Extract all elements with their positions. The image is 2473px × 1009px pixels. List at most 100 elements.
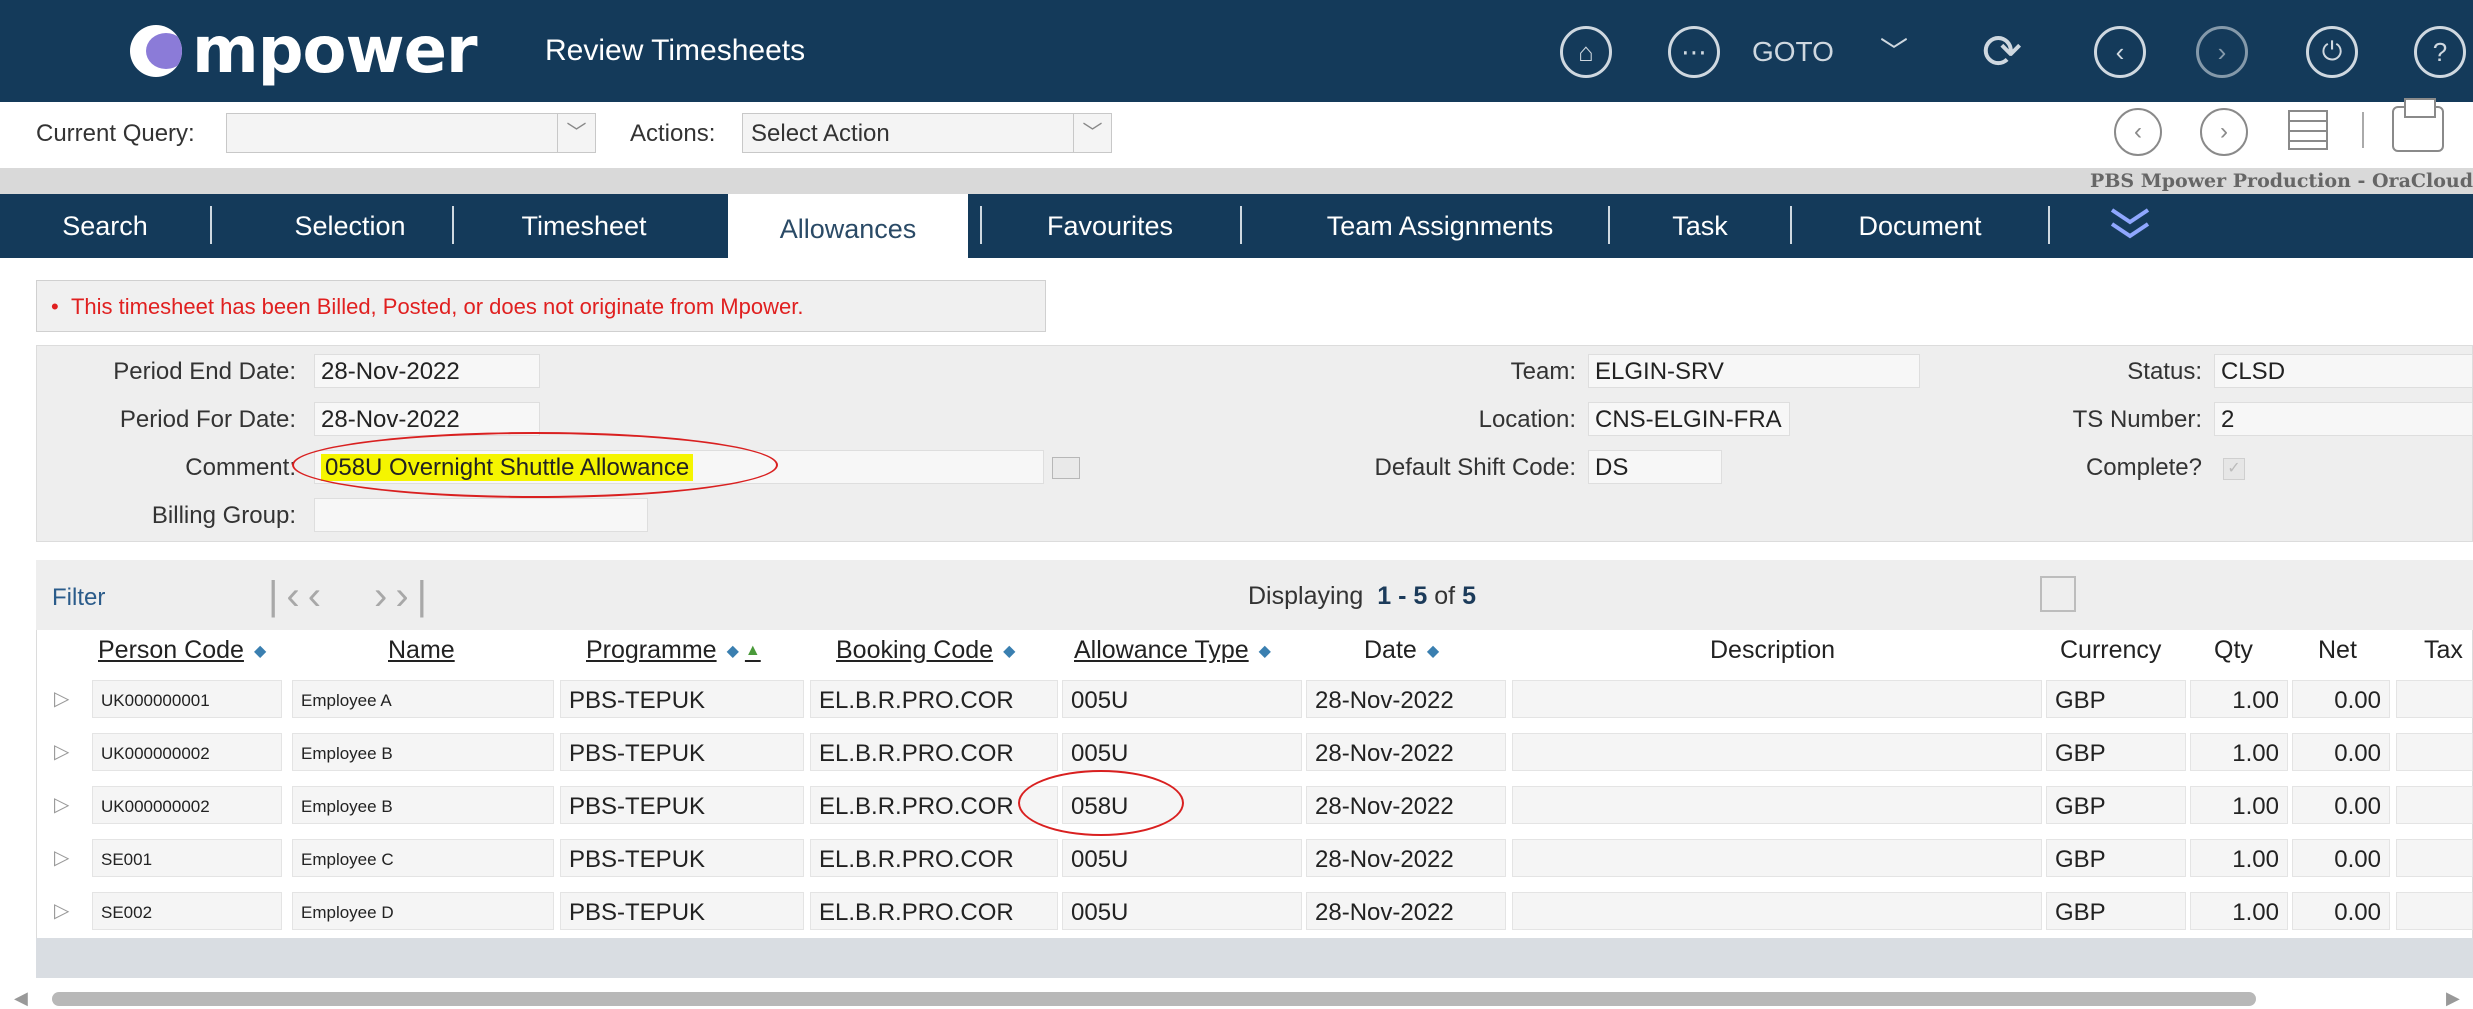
expand-row-icon[interactable]: ▷ [54, 792, 69, 817]
col-qty[interactable]: Qty [2214, 636, 2253, 665]
notes-icon[interactable] [1052, 457, 1080, 479]
cell-programme[interactable]: PBS-TEPUK [560, 733, 804, 771]
next-last-page-icon[interactable]: ››| [374, 574, 435, 619]
cell-booking-code[interactable]: EL.B.R.PRO.COR [810, 839, 1058, 877]
cell-allowance-type[interactable]: 005U [1062, 892, 1302, 930]
cell-description[interactable] [1512, 786, 2042, 824]
export-icon[interactable] [2040, 576, 2076, 612]
cell-net[interactable]: 0.00 [2292, 839, 2390, 877]
previous-record-icon[interactable]: ‹ [2114, 108, 2162, 156]
col-person-code[interactable]: Person Code ◆ [98, 636, 266, 665]
cell-date[interactable]: 28-Nov-2022 [1306, 892, 1506, 930]
cell-date[interactable]: 28-Nov-2022 [1306, 733, 1506, 771]
col-net[interactable]: Net [2318, 636, 2357, 665]
expand-row-icon[interactable]: ▷ [54, 686, 69, 711]
sort-icon[interactable]: ◆ [727, 641, 739, 661]
scroll-right-icon[interactable]: ▶ [2446, 988, 2460, 1009]
cell-allowance-type[interactable]: 005U [1062, 733, 1302, 771]
col-description[interactable]: Description [1710, 636, 1835, 665]
cell-person-code[interactable]: SE001 [92, 839, 282, 877]
cell-allowance-type[interactable]: 005U [1062, 839, 1302, 877]
cell-booking-code[interactable]: EL.B.R.PRO.COR [810, 733, 1058, 771]
cell-description[interactable] [1512, 733, 2042, 771]
location-field[interactable]: CNS-ELGIN-FRA [1588, 402, 1790, 436]
period-end-date-field[interactable]: 28-Nov-2022 [314, 354, 540, 388]
cell-name[interactable]: Employee A [292, 680, 554, 718]
billing-group-field[interactable] [314, 498, 648, 532]
col-booking-code[interactable]: Booking Code ◆ [836, 636, 1015, 665]
cell-net[interactable]: 0.00 [2292, 733, 2390, 771]
status-field[interactable]: CLSD [2214, 354, 2473, 388]
cell-allowance-type[interactable]: 005U [1062, 680, 1302, 718]
cell-programme[interactable]: PBS-TEPUK [560, 839, 804, 877]
grid-view-icon[interactable] [2288, 110, 2328, 150]
default-shift-code-field[interactable]: DS [1588, 450, 1722, 484]
cell-currency[interactable]: GBP [2046, 892, 2186, 930]
cell-qty[interactable]: 1.00 [2190, 680, 2288, 718]
cell-date[interactable]: 28-Nov-2022 [1306, 786, 1506, 824]
power-icon[interactable]: ⏻ [2306, 26, 2358, 78]
cell-person-code[interactable]: UK000000002 [92, 733, 282, 771]
col-name[interactable]: Name [388, 636, 455, 665]
cell-qty[interactable]: 1.00 [2190, 733, 2288, 771]
expand-row-icon[interactable]: ▷ [54, 739, 69, 764]
cell-name[interactable]: Employee B [292, 786, 554, 824]
help-icon[interactable]: ? [2414, 26, 2466, 78]
cell-name[interactable]: Employee D [292, 892, 554, 930]
sort-ascending-icon[interactable]: ▲ [745, 642, 761, 659]
back-icon[interactable]: ‹ [2094, 26, 2146, 78]
period-for-date-field[interactable]: 28-Nov-2022 [314, 402, 540, 436]
tab-allowances[interactable]: Allowances [728, 194, 968, 262]
tab-document[interactable]: Document [1820, 194, 2020, 258]
cell-tax[interactable] [2396, 786, 2473, 824]
refresh-icon[interactable]: ⟳ [1976, 26, 2028, 79]
col-allowance-type[interactable]: Allowance Type ◆ [1074, 636, 1271, 665]
col-currency[interactable]: Currency [2060, 636, 2161, 665]
next-record-icon[interactable]: › [2200, 108, 2248, 156]
scrollbar-thumb[interactable] [52, 992, 2256, 1006]
col-programme[interactable]: Programme ◆ ▲ [586, 636, 761, 665]
sort-icon[interactable]: ◆ [1003, 641, 1015, 661]
cell-currency[interactable]: GBP [2046, 733, 2186, 771]
scroll-left-icon[interactable]: ◀ [14, 988, 28, 1009]
cell-person-code[interactable]: UK000000002 [92, 786, 282, 824]
tab-team-assignments[interactable]: Team Assignments [1280, 194, 1600, 258]
print-icon[interactable] [2392, 98, 2444, 152]
sort-icon[interactable]: ◆ [254, 641, 266, 661]
cell-qty[interactable]: 1.00 [2190, 839, 2288, 877]
cell-net[interactable]: 0.00 [2292, 892, 2390, 930]
expand-row-icon[interactable]: ▷ [54, 845, 69, 870]
ts-number-field[interactable]: 2 [2214, 402, 2473, 436]
tab-search[interactable]: Search [30, 194, 180, 258]
tab-favourites[interactable]: Favourites [1010, 194, 1210, 258]
home-icon[interactable]: ⌂ [1560, 26, 1612, 78]
chevron-down-icon[interactable]: ﹀ [1880, 30, 1908, 70]
sort-icon[interactable]: ◆ [1259, 641, 1271, 661]
cell-description[interactable] [1512, 680, 2042, 718]
cell-description[interactable] [1512, 839, 2042, 877]
cell-currency[interactable]: GBP [2046, 839, 2186, 877]
first-prev-page-icon[interactable]: |‹‹ [268, 574, 329, 619]
complete-checkbox[interactable]: ✓ [2223, 458, 2245, 480]
forward-icon[interactable]: › [2196, 26, 2248, 78]
team-field[interactable]: ELGIN-SRV [1588, 354, 1920, 388]
cell-booking-code[interactable]: EL.B.R.PRO.COR [810, 892, 1058, 930]
cell-net[interactable]: 0.00 [2292, 786, 2390, 824]
cell-booking-code[interactable]: EL.B.R.PRO.COR [810, 680, 1058, 718]
filter-link[interactable]: Filter [52, 584, 105, 612]
cell-programme[interactable]: PBS-TEPUK [560, 680, 804, 718]
tab-task[interactable]: Task [1640, 194, 1760, 258]
col-tax[interactable]: Tax [2424, 636, 2463, 665]
tab-selection[interactable]: Selection [250, 194, 450, 258]
cell-programme[interactable]: PBS-TEPUK [560, 892, 804, 930]
goto-label[interactable]: GOTO [1752, 36, 1834, 68]
chevron-down-icon[interactable]: ﹀ [1073, 114, 1111, 152]
tab-timesheet[interactable]: Timesheet [484, 194, 684, 258]
cell-programme[interactable]: PBS-TEPUK [560, 786, 804, 824]
cell-date[interactable]: 28-Nov-2022 [1306, 839, 1506, 877]
actions-select[interactable]: Select Action ﹀ [742, 113, 1112, 153]
cell-currency[interactable]: GBP [2046, 786, 2186, 824]
cell-description[interactable] [1512, 892, 2042, 930]
expand-row-icon[interactable]: ▷ [54, 898, 69, 923]
cell-qty[interactable]: 1.00 [2190, 892, 2288, 930]
